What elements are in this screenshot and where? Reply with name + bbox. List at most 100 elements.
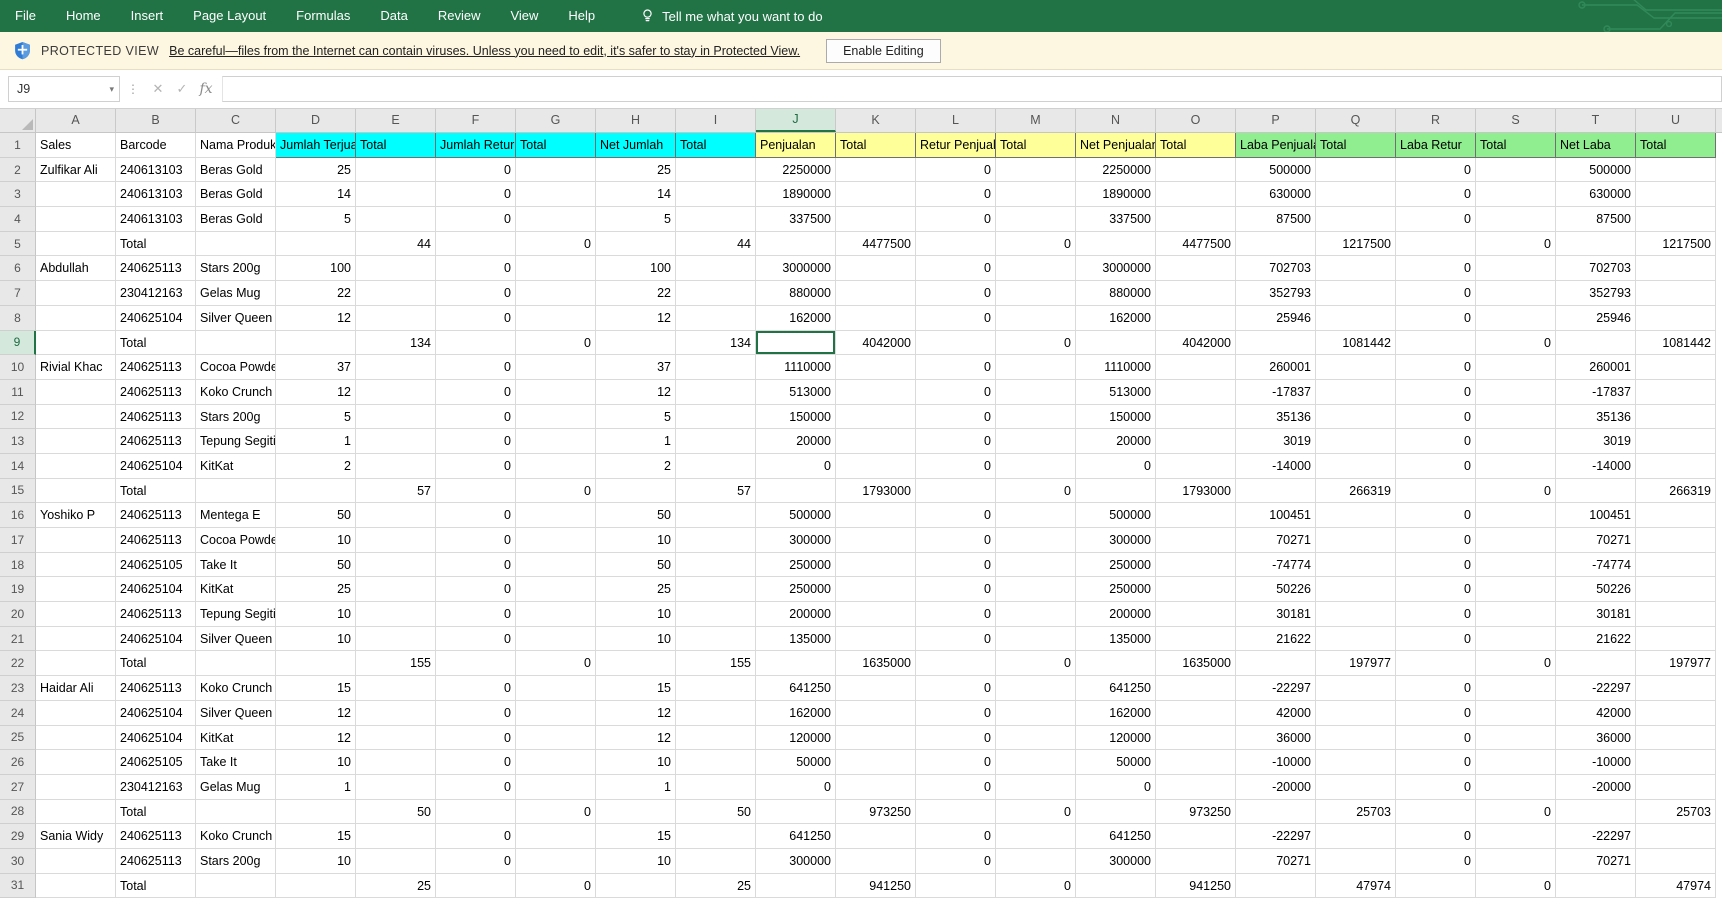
- cell-A25[interactable]: [36, 726, 116, 751]
- cell-E14[interactable]: [356, 454, 436, 479]
- cell-N1[interactable]: Net Penjualan: [1076, 133, 1156, 158]
- cell-S10[interactable]: [1476, 355, 1556, 380]
- cell-K10[interactable]: [836, 355, 916, 380]
- cell-K26[interactable]: [836, 750, 916, 775]
- row-header-16[interactable]: 16: [0, 503, 36, 528]
- cell-L14[interactable]: 0: [916, 454, 996, 479]
- cell-R12[interactable]: 0: [1396, 405, 1476, 430]
- cell-N6[interactable]: 3000000: [1076, 256, 1156, 281]
- cell-R11[interactable]: 0: [1396, 380, 1476, 405]
- ribbon-tab-insert[interactable]: Insert: [116, 0, 179, 32]
- row-header-13[interactable]: 13: [0, 429, 36, 454]
- cell-C7[interactable]: Gelas Mug: [196, 281, 276, 306]
- cell-E28[interactable]: 50: [356, 800, 436, 825]
- cell-O18[interactable]: [1156, 553, 1236, 578]
- cell-B20[interactable]: 240625113: [116, 602, 196, 627]
- cell-R29[interactable]: 0: [1396, 824, 1476, 849]
- cell-N2[interactable]: 2250000: [1076, 158, 1156, 183]
- cell-F21[interactable]: 0: [436, 627, 516, 652]
- cell-C30[interactable]: Stars 200g: [196, 849, 276, 874]
- cell-B21[interactable]: 240625104: [116, 627, 196, 652]
- cell-I31[interactable]: 25: [676, 874, 756, 898]
- cell-S30[interactable]: [1476, 849, 1556, 874]
- cell-E6[interactable]: [356, 256, 436, 281]
- cell-U4[interactable]: [1636, 207, 1716, 232]
- cell-D19[interactable]: 25: [276, 577, 356, 602]
- cell-T3[interactable]: 630000: [1556, 182, 1636, 207]
- cell-E8[interactable]: [356, 306, 436, 331]
- cell-P28[interactable]: [1236, 800, 1316, 825]
- cell-H2[interactable]: 25: [596, 158, 676, 183]
- cell-N5[interactable]: [1076, 232, 1156, 257]
- cell-S23[interactable]: [1476, 676, 1556, 701]
- cell-R1[interactable]: Laba Retur: [1396, 133, 1476, 158]
- cell-B25[interactable]: 240625104: [116, 726, 196, 751]
- cell-D27[interactable]: 1: [276, 775, 356, 800]
- cell-H28[interactable]: [596, 800, 676, 825]
- cell-N13[interactable]: 20000: [1076, 429, 1156, 454]
- cell-G8[interactable]: [516, 306, 596, 331]
- cell-P16[interactable]: 100451: [1236, 503, 1316, 528]
- cell-U24[interactable]: [1636, 701, 1716, 726]
- cell-Q16[interactable]: [1316, 503, 1396, 528]
- row-header-8[interactable]: 8: [0, 306, 36, 331]
- select-all-corner[interactable]: [0, 109, 36, 132]
- cell-H24[interactable]: 12: [596, 701, 676, 726]
- cell-S16[interactable]: [1476, 503, 1556, 528]
- cell-R30[interactable]: 0: [1396, 849, 1476, 874]
- cell-R24[interactable]: 0: [1396, 701, 1476, 726]
- cell-T26[interactable]: -10000: [1556, 750, 1636, 775]
- cell-R8[interactable]: 0: [1396, 306, 1476, 331]
- cell-H9[interactable]: [596, 331, 676, 356]
- cell-B1[interactable]: Barcode: [116, 133, 196, 158]
- cell-O22[interactable]: 1635000: [1156, 651, 1236, 676]
- cell-B3[interactable]: 240613103: [116, 182, 196, 207]
- row-header-30[interactable]: 30: [0, 849, 36, 874]
- cell-K14[interactable]: [836, 454, 916, 479]
- cell-B27[interactable]: 230412163: [116, 775, 196, 800]
- cell-N23[interactable]: 641250: [1076, 676, 1156, 701]
- cell-L5[interactable]: [916, 232, 996, 257]
- cell-L18[interactable]: 0: [916, 553, 996, 578]
- ribbon-tab-home[interactable]: Home: [51, 0, 116, 32]
- cell-M29[interactable]: [996, 824, 1076, 849]
- column-header-E[interactable]: E: [356, 109, 436, 132]
- row-header-21[interactable]: 21: [0, 627, 36, 652]
- cell-B5[interactable]: Total: [116, 232, 196, 257]
- column-header-N[interactable]: N: [1076, 109, 1156, 132]
- cell-L4[interactable]: 0: [916, 207, 996, 232]
- cell-C31[interactable]: [196, 874, 276, 898]
- cell-H27[interactable]: 1: [596, 775, 676, 800]
- cell-G24[interactable]: [516, 701, 596, 726]
- cell-D29[interactable]: 15: [276, 824, 356, 849]
- cell-K4[interactable]: [836, 207, 916, 232]
- cell-R9[interactable]: [1396, 331, 1476, 356]
- cell-T22[interactable]: [1556, 651, 1636, 676]
- cell-E16[interactable]: [356, 503, 436, 528]
- cell-L19[interactable]: 0: [916, 577, 996, 602]
- cell-E9[interactable]: 134: [356, 331, 436, 356]
- cell-T30[interactable]: 70271: [1556, 849, 1636, 874]
- cell-R10[interactable]: 0: [1396, 355, 1476, 380]
- cell-B16[interactable]: 240625113: [116, 503, 196, 528]
- cell-P3[interactable]: 630000: [1236, 182, 1316, 207]
- cell-N25[interactable]: 120000: [1076, 726, 1156, 751]
- cell-A14[interactable]: [36, 454, 116, 479]
- cell-H19[interactable]: 25: [596, 577, 676, 602]
- cell-T27[interactable]: -20000: [1556, 775, 1636, 800]
- cell-C23[interactable]: Koko Crunch: [196, 676, 276, 701]
- cell-S9[interactable]: 0: [1476, 331, 1556, 356]
- ribbon-tab-help[interactable]: Help: [553, 0, 610, 32]
- cell-C11[interactable]: Koko Crunch: [196, 380, 276, 405]
- cell-M15[interactable]: 0: [996, 479, 1076, 504]
- cell-P30[interactable]: 70271: [1236, 849, 1316, 874]
- cell-H26[interactable]: 10: [596, 750, 676, 775]
- cell-Q4[interactable]: [1316, 207, 1396, 232]
- cell-U31[interactable]: 47974: [1636, 874, 1716, 898]
- cell-K15[interactable]: 1793000: [836, 479, 916, 504]
- cell-J14[interactable]: 0: [756, 454, 836, 479]
- cell-J28[interactable]: [756, 800, 836, 825]
- cell-B22[interactable]: Total: [116, 651, 196, 676]
- cell-I19[interactable]: [676, 577, 756, 602]
- cell-J24[interactable]: 162000: [756, 701, 836, 726]
